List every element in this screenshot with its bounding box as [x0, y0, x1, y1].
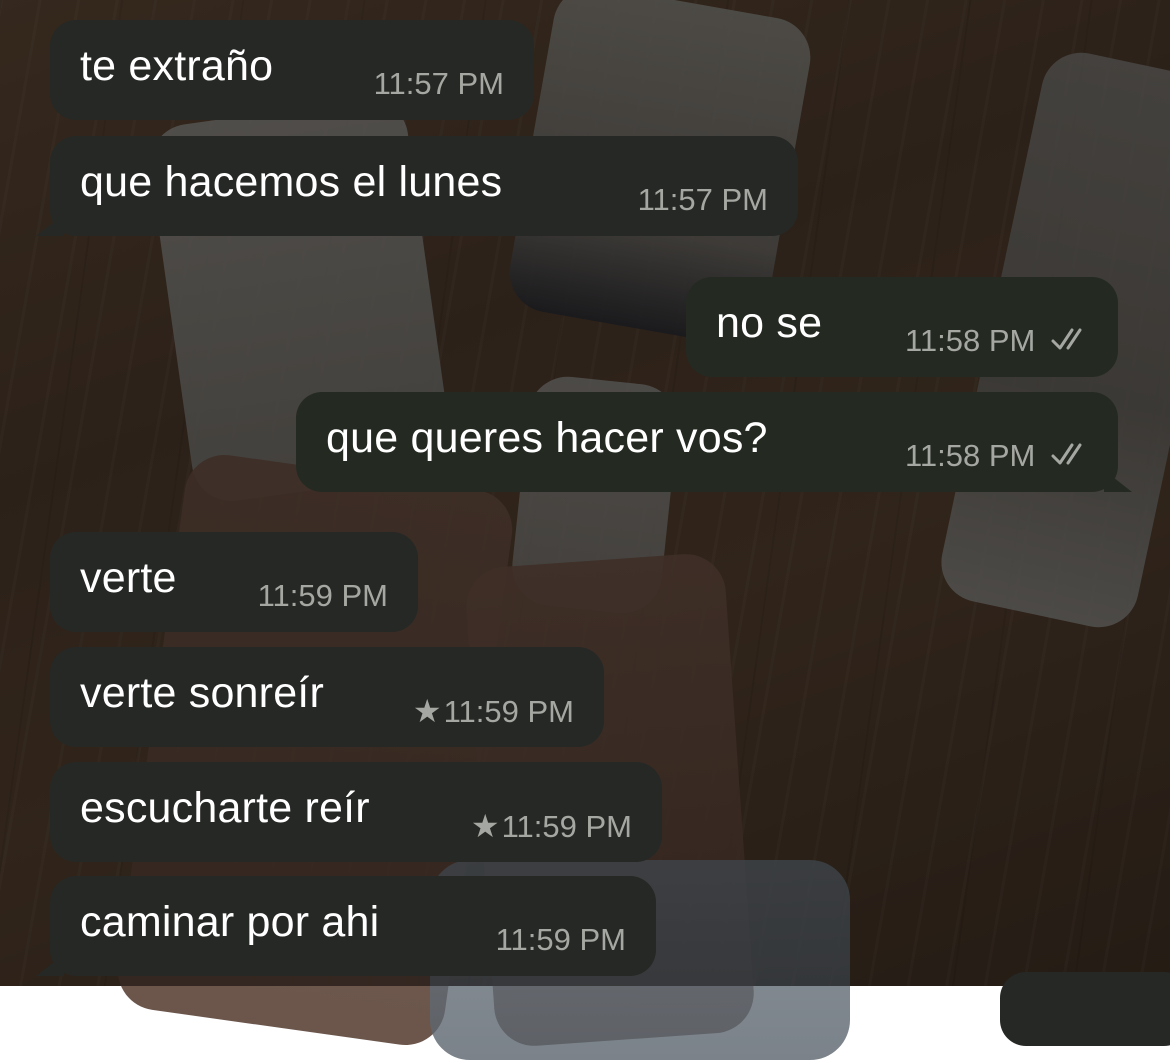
message-meta: ★11:59 PM	[413, 691, 574, 732]
message-text: no se	[716, 299, 823, 347]
message-text: verte	[80, 554, 177, 602]
message-text: que hacemos el lunes	[80, 158, 503, 206]
message-text: te extraño	[80, 42, 274, 90]
message-meta: 11:58 PM	[905, 436, 1090, 476]
bubble-tail	[1104, 470, 1132, 492]
message-time: 11:59 PM	[495, 922, 626, 957]
message-time: 11:58 PM	[904, 438, 1036, 473]
message-bubble-incoming[interactable]: que hacemos el lunes 11:57 PM	[36, 136, 798, 236]
star-icon: ★	[412, 693, 442, 729]
bubble-tail	[36, 214, 64, 236]
message-text: que queres hacer vos?	[326, 414, 768, 462]
double-check-icon	[1051, 443, 1082, 465]
message-bubble-incoming[interactable]: verte sonreír ★11:59 PM	[50, 647, 604, 747]
message-meta: 11:59 PM	[496, 920, 626, 960]
message-meta: 11:58 PM	[905, 321, 1090, 361]
message-time: 11:57 PM	[637, 182, 768, 217]
star-icon: ★	[470, 808, 500, 844]
message-bubble-incoming[interactable]: verte 11:59 PM	[50, 532, 418, 632]
message-meta: ★11:59 PM	[471, 806, 632, 847]
message-text: verte sonreír	[80, 669, 324, 717]
double-check-icon	[1051, 328, 1082, 350]
message-time: 11:58 PM	[904, 323, 1036, 358]
bubble-tail	[36, 954, 64, 976]
message-time: 11:59 PM	[501, 809, 632, 844]
message-bubble-incoming[interactable]: te extraño 11:57 PM	[50, 20, 534, 120]
message-meta: 11:57 PM	[374, 64, 504, 104]
message-bubble-partial	[1000, 972, 1170, 1046]
message-time: 11:59 PM	[443, 694, 574, 729]
message-bubble-incoming[interactable]: caminar por ahi 11:59 PM	[36, 876, 656, 976]
message-meta: 11:57 PM	[638, 180, 768, 220]
message-time: 11:57 PM	[373, 66, 504, 101]
message-text: escucharte reír	[80, 784, 370, 832]
message-text: caminar por ahi	[80, 898, 380, 946]
message-time: 11:59 PM	[257, 578, 388, 613]
message-bubble-outgoing[interactable]: que queres hacer vos? 11:58 PM	[296, 392, 1132, 492]
message-bubble-incoming[interactable]: escucharte reír ★11:59 PM	[50, 762, 662, 862]
message-list[interactable]: te extraño 11:57 PM que hacemos el lunes…	[0, 0, 1170, 1046]
message-meta: 11:59 PM	[258, 576, 388, 616]
message-bubble-outgoing[interactable]: no se 11:58 PM	[686, 277, 1118, 377]
